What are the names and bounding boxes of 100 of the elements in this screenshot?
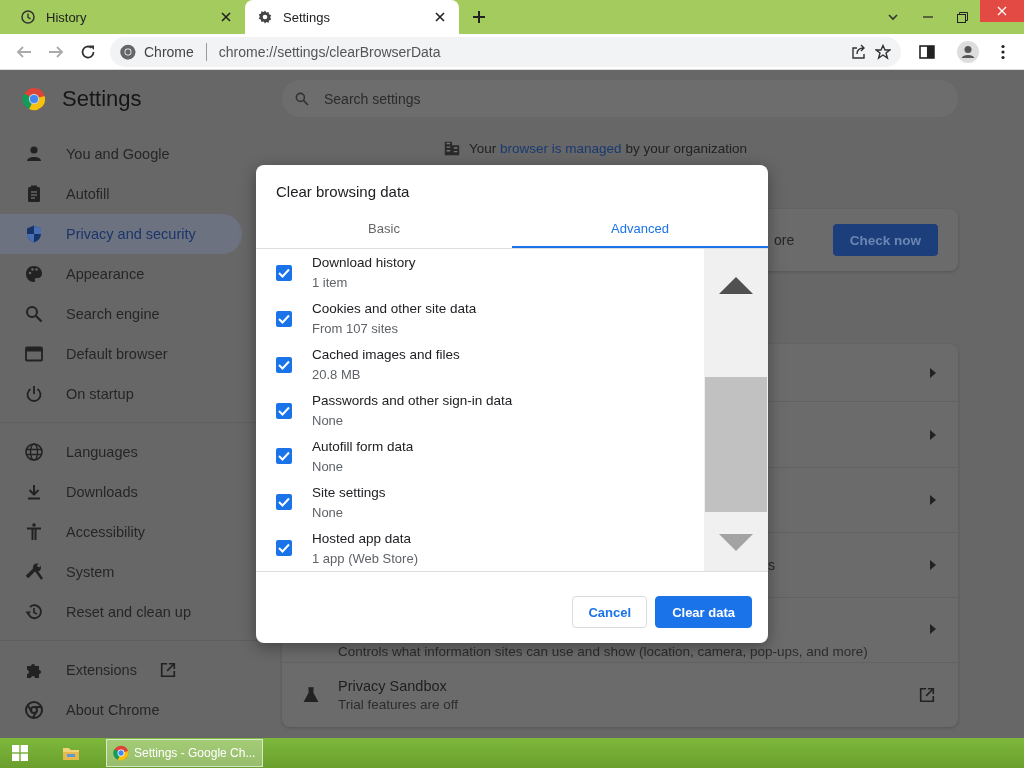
scrollbar[interactable] (704, 249, 768, 571)
checkbox[interactable] (276, 540, 292, 557)
reload-icon[interactable] (80, 43, 96, 60)
caret-right-icon[interactable] (930, 560, 936, 571)
address-bar[interactable]: Chrome chrome://settings/clearBrowserData (110, 36, 902, 67)
caret-right-icon[interactable] (930, 494, 936, 505)
check-icon (278, 405, 290, 416)
option-title: Autofill form data (312, 438, 414, 454)
chrome-logo-icon (120, 43, 136, 60)
sidebar-item[interactable]: Search engine (0, 294, 242, 334)
option-title: Passwords and other sign-in data (312, 393, 513, 408)
row-subtitle: Trial features are off (338, 696, 460, 712)
check-icon (278, 543, 290, 554)
plus-icon[interactable] (471, 9, 487, 25)
external-link-icon[interactable] (918, 685, 936, 704)
sidebar-item[interactable]: Reset and clean up (0, 592, 242, 632)
sidebar-item[interactable]: Default browser (0, 334, 242, 374)
sidebar-item[interactable]: You and Google (0, 134, 242, 174)
checkbox[interactable] (276, 494, 292, 511)
check-icon (278, 313, 290, 324)
option-detail: None (312, 458, 345, 474)
caret-right-icon[interactable] (930, 623, 936, 634)
row-title: Privacy Sandbox (338, 677, 448, 694)
row-title: s (768, 557, 776, 574)
url-text: chrome://settings/clearBrowserData (218, 43, 442, 60)
option-title: Hosted app data (312, 530, 413, 546)
option-detail: 1 app (Web Store) (312, 550, 418, 566)
check-icon (278, 451, 290, 462)
scroll-up-arrow-icon[interactable] (719, 277, 753, 294)
check-icon (278, 267, 290, 278)
search-icon (24, 304, 44, 324)
caret-right-icon[interactable] (930, 429, 936, 440)
site-label: Chrome (144, 43, 194, 60)
managed-link[interactable]: browser is managed (500, 140, 622, 156)
managed-notice: Your browser is managed by your organization (469, 140, 747, 156)
menu-icon[interactable] (1001, 43, 1005, 60)
external-link-icon (158, 661, 177, 679)
option-title: Site settings (312, 484, 386, 500)
search-field[interactable]: Search settings (282, 80, 958, 117)
sidebar-item[interactable]: Autofill (0, 174, 242, 214)
sidebar-item[interactable]: About Chrome (0, 690, 242, 730)
sidebar-item[interactable]: Downloads (0, 472, 242, 512)
chrome-logo-icon (24, 700, 44, 720)
clear-data-button[interactable]: Clear data (655, 596, 752, 628)
star-icon[interactable] (875, 43, 892, 60)
page-title: Settings (62, 86, 142, 112)
close-icon[interactable] (219, 10, 233, 24)
chrome-logo-icon (113, 745, 129, 761)
close-icon[interactable] (433, 10, 447, 24)
share-icon[interactable] (851, 43, 868, 60)
restore-icon[interactable] (957, 11, 968, 23)
power-icon (24, 384, 44, 404)
safety-check-text: ore (774, 232, 796, 248)
back-arrow-icon[interactable] (16, 43, 32, 60)
option-detail: 1 item (312, 275, 349, 291)
option-title: Cached images and files (312, 347, 460, 363)
sidebar-item[interactable]: Extensions (0, 650, 242, 690)
option-title: Cookies and other site data (312, 301, 477, 317)
caret-right-icon[interactable] (930, 367, 936, 378)
checkbox[interactable] (276, 310, 292, 327)
profile-icon[interactable] (957, 40, 979, 63)
option-detail: None (312, 413, 345, 428)
sidebar-item[interactable]: Appearance (0, 254, 242, 294)
taskbar-app-button[interactable]: Settings - Google Ch... (106, 739, 263, 767)
check-icon (278, 497, 290, 508)
option-title: Download history (312, 255, 416, 271)
person-icon (24, 144, 44, 164)
browser-window-icon (24, 344, 44, 364)
palette-icon (24, 264, 44, 284)
dialog-title: Clear browsing data (275, 182, 411, 202)
option-detail: From 107 sites (312, 321, 399, 337)
sidebar-item[interactable]: System (0, 552, 242, 592)
windows-start-icon[interactable] (12, 745, 28, 761)
sidebar-item[interactable]: Accessibility (0, 512, 242, 552)
side-panel-icon[interactable] (919, 43, 935, 60)
forward-arrow-icon[interactable] (48, 43, 64, 60)
browser-tab[interactable]: History (8, 0, 245, 34)
sidebar-item[interactable]: Languages (0, 432, 242, 472)
sidebar-item[interactable]: On startup (0, 374, 242, 414)
cancel-button[interactable]: Cancel (572, 596, 648, 628)
dialog-tab[interactable]: Basic (256, 210, 512, 248)
search-icon (294, 90, 310, 107)
building-icon (443, 139, 462, 157)
chevron-down-icon[interactable] (887, 11, 899, 23)
wrench-icon (24, 562, 44, 582)
sidebar-item[interactable]: Privacy and security (0, 214, 242, 254)
history-icon (24, 602, 44, 622)
history-icon (20, 9, 36, 25)
checkbox[interactable] (276, 356, 292, 373)
chrome-logo-icon (22, 87, 46, 111)
checkbox[interactable] (276, 448, 292, 465)
browser-tab[interactable]: Settings (245, 0, 459, 34)
gear-icon (257, 9, 273, 25)
checkbox[interactable] (276, 264, 292, 281)
scrollbar-thumb[interactable] (705, 377, 767, 512)
accessibility-icon (24, 522, 44, 542)
checkbox[interactable] (276, 402, 292, 419)
check-now-button[interactable]: Check now (832, 224, 938, 256)
shield-icon (24, 224, 44, 244)
close-icon (997, 6, 1007, 16)
